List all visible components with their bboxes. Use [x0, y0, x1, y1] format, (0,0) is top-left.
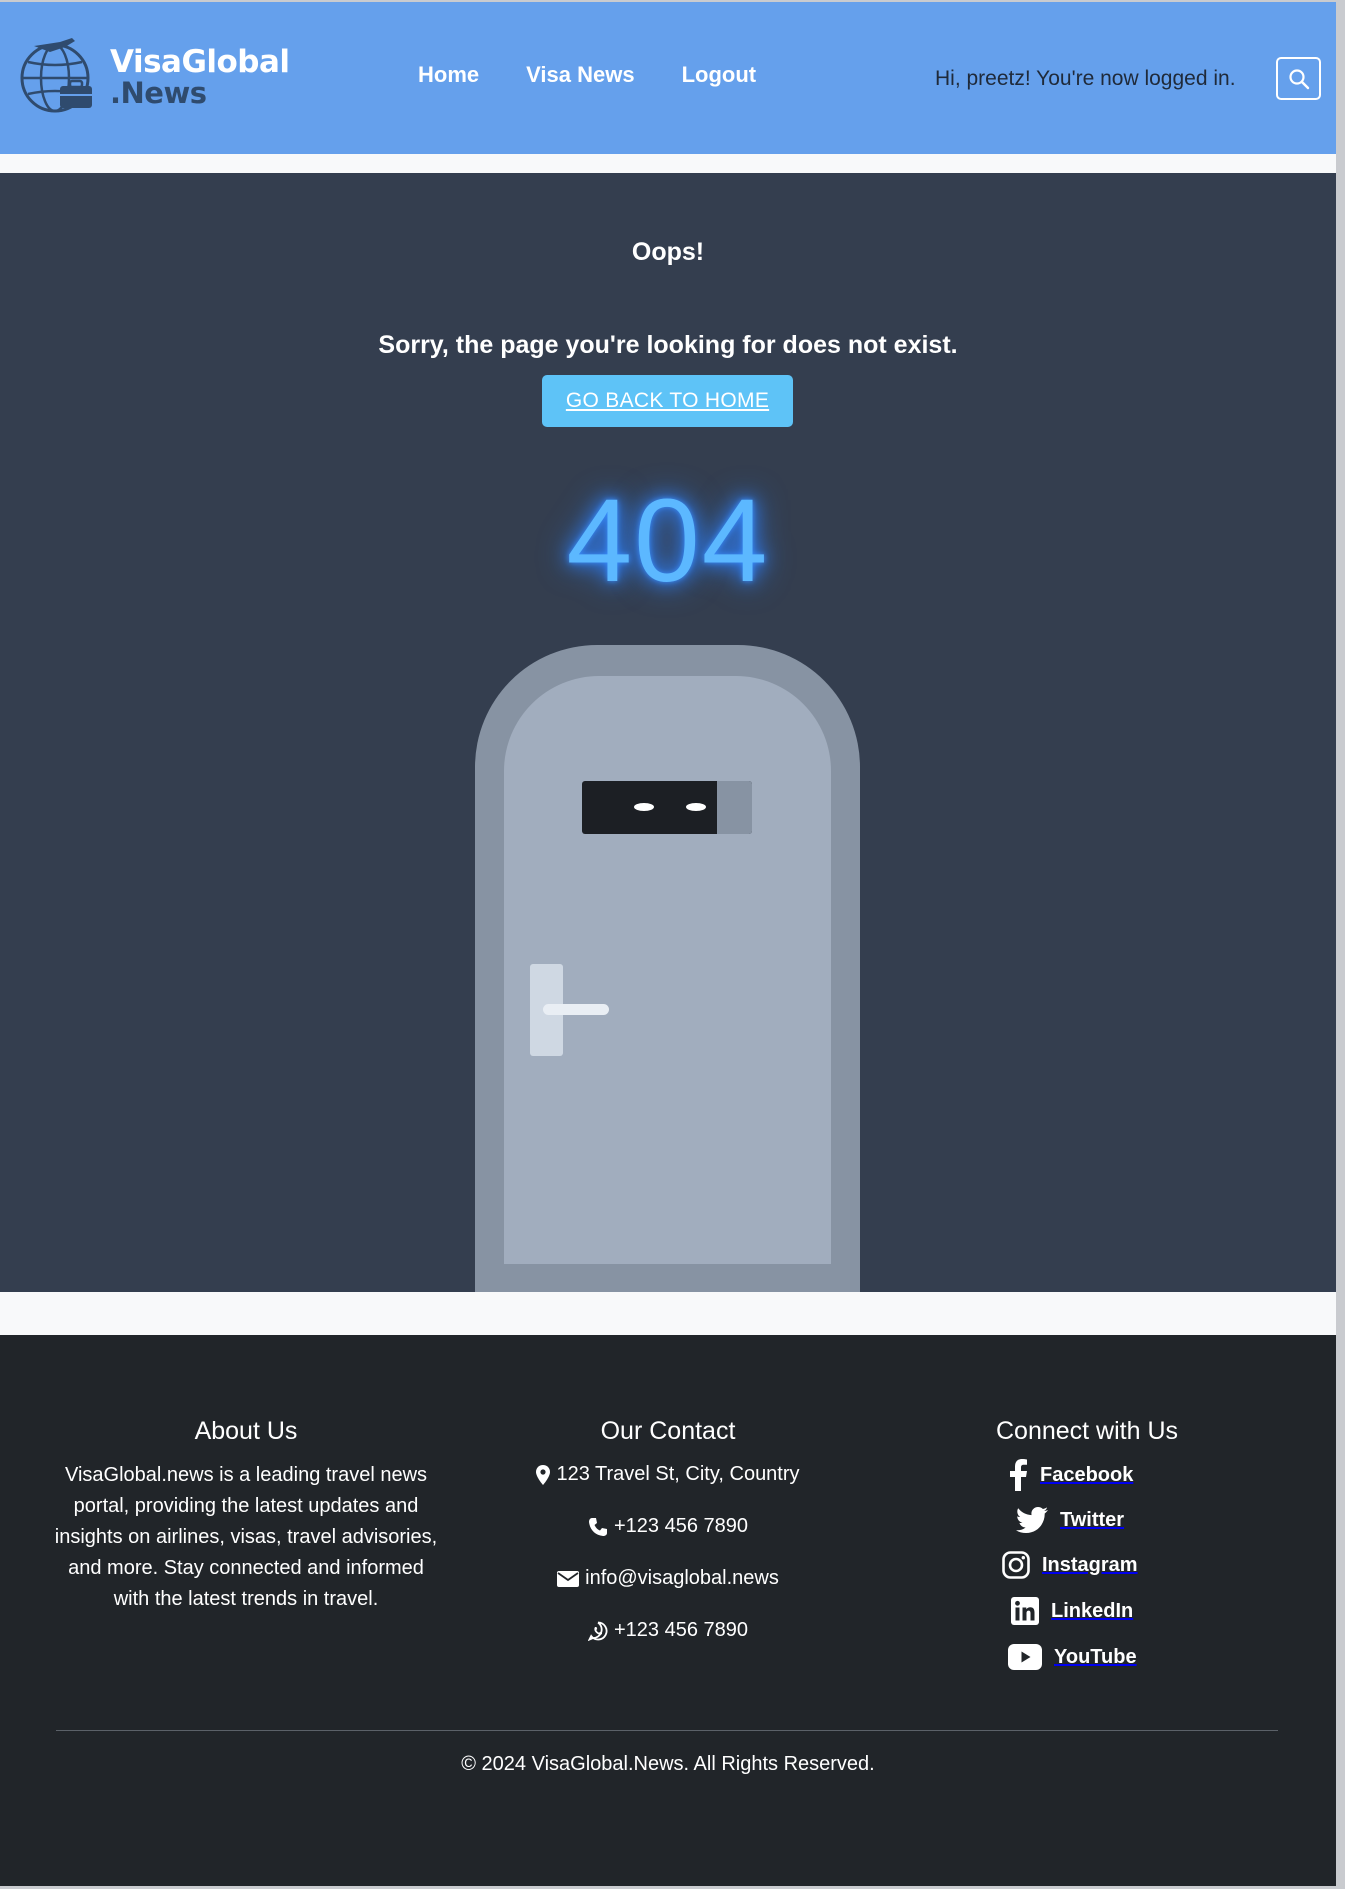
social-link-linkedin[interactable]: LinkedIn — [1011, 1597, 1133, 1625]
contact-address: 123 Travel St, City, Country — [430, 1463, 906, 1486]
error-section: Oops! Sorry, the page you're looking for… — [0, 173, 1336, 1292]
twitter-icon — [1016, 1507, 1048, 1533]
error-title: Oops! — [631, 238, 705, 266]
contact-whatsapp-text[interactable]: +123 456 7890 — [614, 1619, 748, 1642]
main-nav: Home Visa News Logout — [418, 62, 756, 88]
contact-phone: +123 456 7890 — [430, 1515, 906, 1538]
contact-heading: Our Contact — [600, 1417, 736, 1445]
eye-left-icon — [634, 803, 654, 811]
error-code: 404 — [566, 475, 770, 607]
error-message: Sorry, the page you're looking for does … — [378, 331, 958, 359]
site-footer: About Us VisaGlobal.news is a leading tr… — [0, 1335, 1336, 1886]
map-pin-icon — [536, 1464, 551, 1485]
door-peephole — [582, 781, 752, 834]
linkedin-label: LinkedIn — [1051, 1599, 1134, 1622]
contact-whatsapp: +123 456 7890 — [430, 1619, 906, 1642]
contact-address-text: 123 Travel St, City, Country — [556, 1463, 800, 1485]
nav-link-logout[interactable]: Logout — [682, 62, 757, 88]
facebook-label: Facebook — [1040, 1463, 1134, 1486]
logo-text-line2: .News — [110, 76, 207, 110]
site-logo[interactable]: VisaGlobal .News — [20, 38, 290, 114]
phone-icon — [588, 1517, 607, 1536]
social-link-facebook[interactable]: Facebook — [1008, 1459, 1133, 1491]
social-link-instagram[interactable]: Instagram — [1002, 1551, 1138, 1579]
about-heading: About Us — [194, 1417, 298, 1445]
social-link-youtube[interactable]: YouTube — [1008, 1644, 1137, 1670]
nav-link-home[interactable]: Home — [418, 62, 479, 88]
nav-link-visa-news[interactable]: Visa News — [526, 62, 634, 88]
logo-text-line1: VisaGlobal — [110, 44, 290, 80]
youtube-label: YouTube — [1054, 1645, 1137, 1668]
go-back-home-button[interactable]: GO BACK TO HOME — [542, 375, 793, 427]
about-text: VisaGlobal.news is a leading travel news… — [54, 1464, 438, 1610]
contact-phone-text[interactable]: +123 456 7890 — [614, 1515, 748, 1538]
footer-divider — [56, 1730, 1278, 1731]
instagram-label: Instagram — [1042, 1553, 1138, 1576]
youtube-icon — [1008, 1644, 1042, 1670]
search-button[interactable] — [1276, 57, 1321, 100]
linkedin-icon — [1011, 1597, 1039, 1625]
twitter-label: Twitter — [1060, 1508, 1125, 1531]
globe-logo-icon — [20, 38, 92, 113]
social-heading: Connect with Us — [995, 1417, 1179, 1445]
envelope-icon — [557, 1570, 580, 1587]
site-header: VisaGlobal .News Home Visa News Logout H… — [0, 2, 1336, 154]
login-greeting: Hi, preetz! You're now logged in. — [935, 67, 1236, 90]
instagram-icon — [1002, 1551, 1030, 1579]
peephole-slide — [717, 781, 752, 834]
copyright-text: © 2024 VisaGlobal.News. All Rights Reser… — [461, 1753, 875, 1775]
eye-right-icon — [686, 803, 706, 811]
search-icon — [1288, 68, 1309, 89]
social-link-twitter[interactable]: Twitter — [1016, 1507, 1124, 1533]
page: VisaGlobal .News Home Visa News Logout H… — [0, 2, 1336, 1886]
contact-email: info@visaglobal.news — [430, 1567, 906, 1590]
door-handle-icon — [543, 1004, 609, 1015]
whatsapp-icon — [587, 1621, 608, 1641]
contact-email-text[interactable]: info@visaglobal.news — [585, 1567, 779, 1590]
facebook-icon — [1010, 1459, 1027, 1491]
